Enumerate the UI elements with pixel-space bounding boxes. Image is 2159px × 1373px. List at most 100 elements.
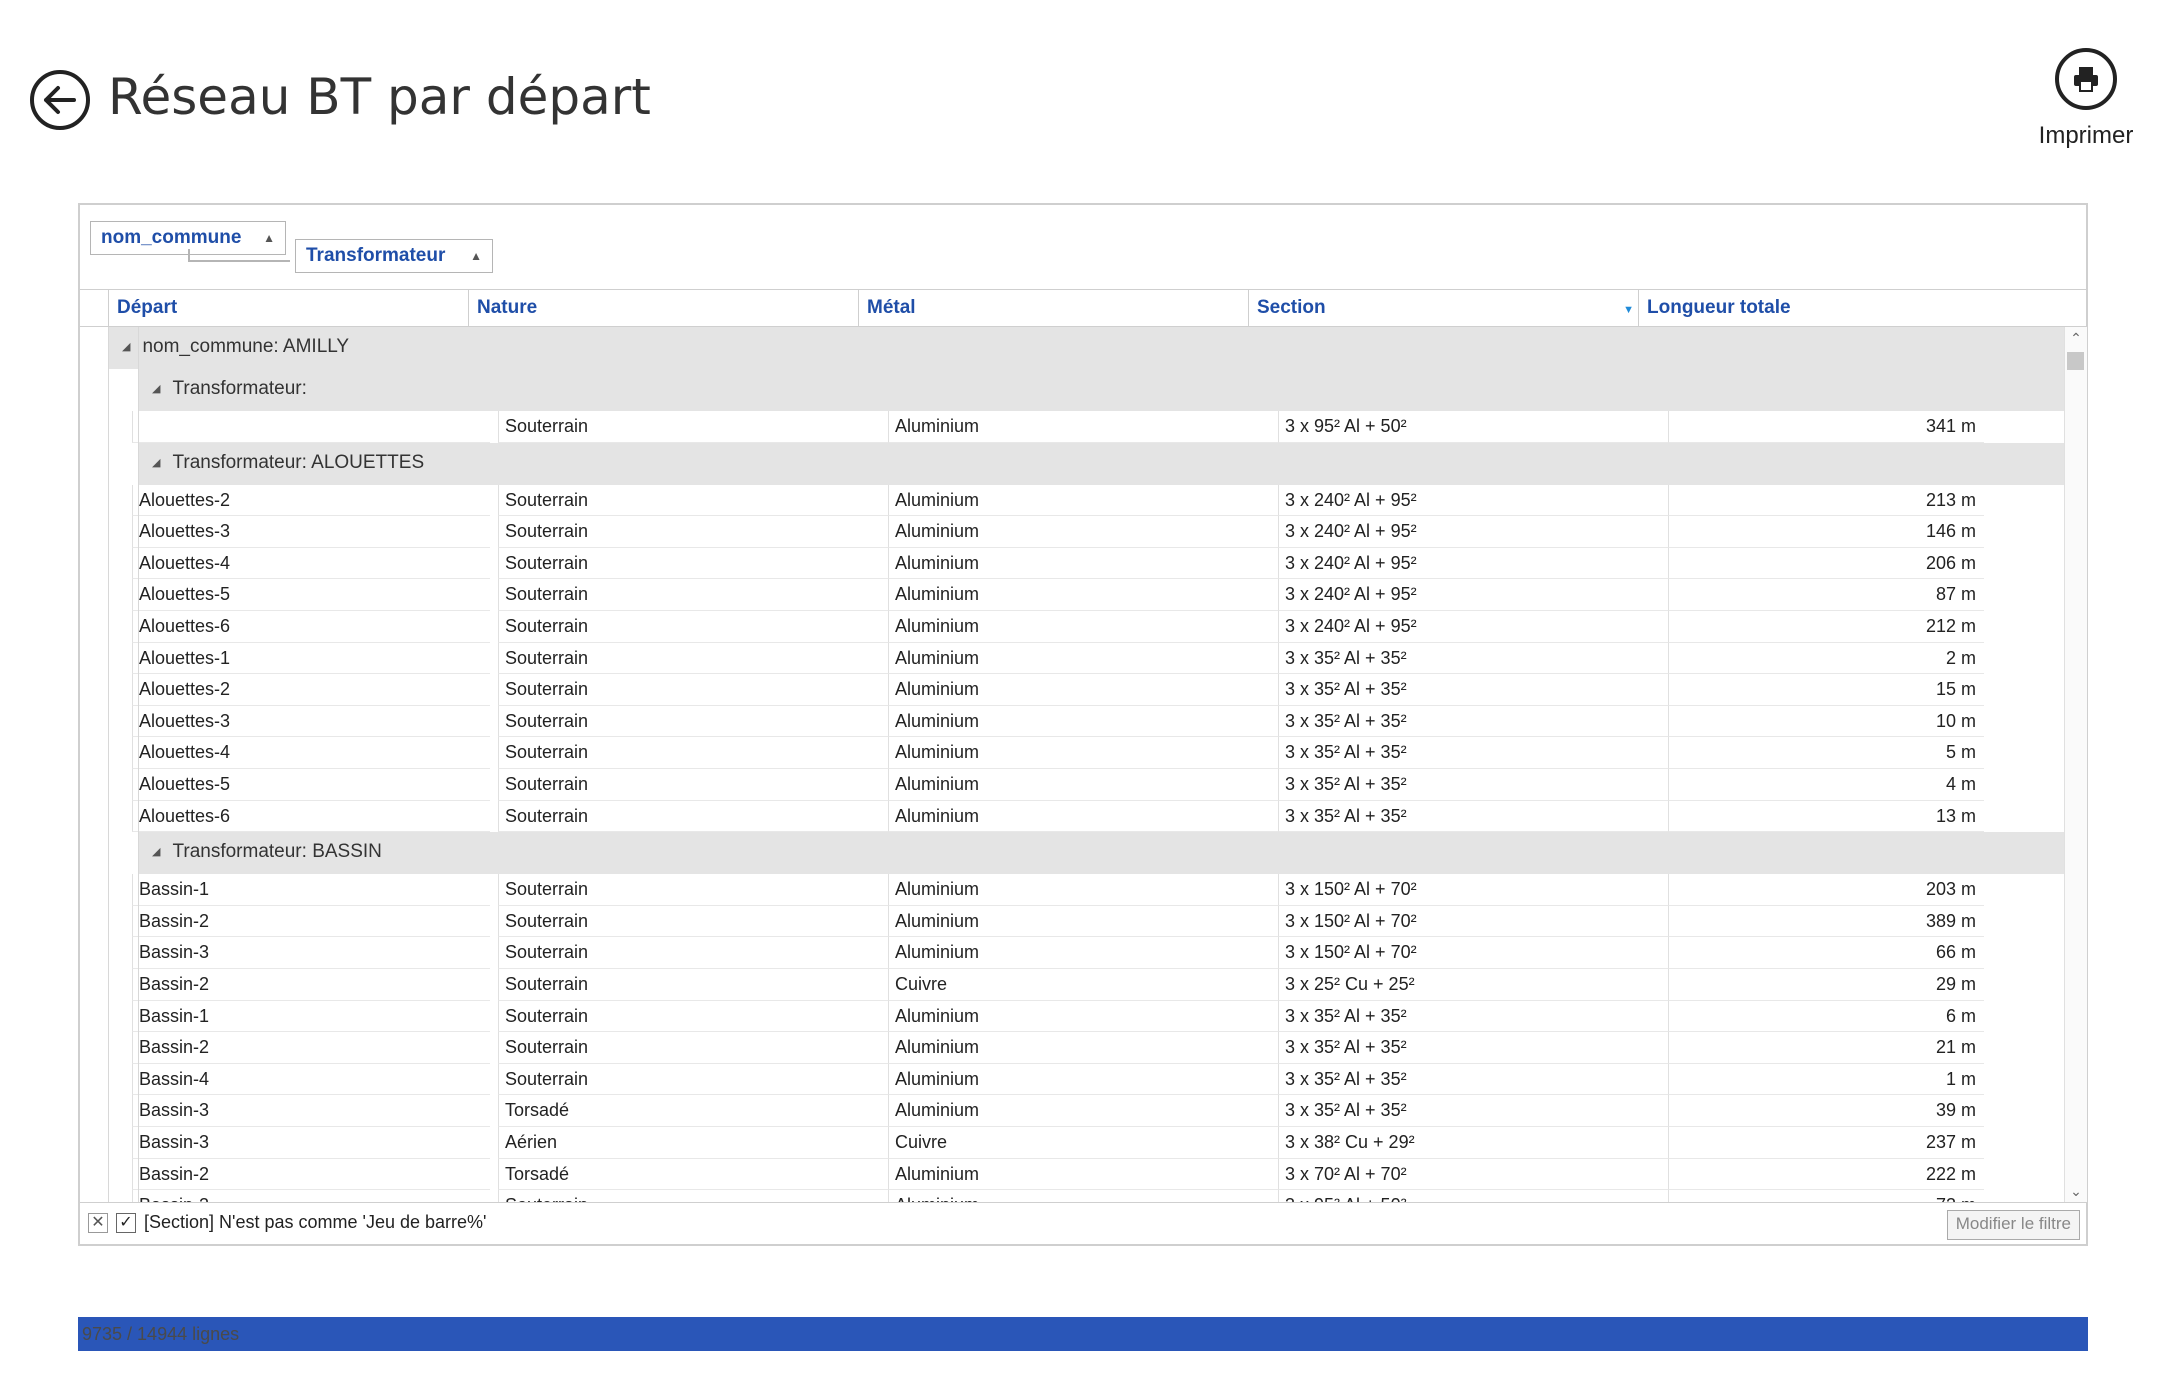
cell-longueur: 39 m: [1668, 1095, 1984, 1127]
cell-depart: Alouettes-5: [132, 579, 490, 611]
group-label-text: Transformateur: ALOUETTES: [172, 451, 425, 473]
cell-metal: Aluminium: [888, 642, 1278, 675]
column-header-section[interactable]: Section ▼: [1248, 290, 1638, 326]
cell-section: 3 x 95² Al + 50²: [1278, 411, 1668, 443]
collapse-triangle-icon[interactable]: ◢: [122, 327, 130, 367]
table-row[interactable]: Alouettes-4 Souterrain Aluminium 3 x 240² A…: [80, 547, 2064, 580]
group-connector: [188, 260, 290, 262]
cell-depart: Alouettes-3: [132, 705, 490, 738]
scroll-thumb[interactable]: [2067, 352, 2084, 370]
cell-longueur: 15 m: [1668, 674, 1984, 706]
cell-section: 3 x 35² Al + 35²: [1278, 769, 1668, 801]
group-row-transformateur[interactable]: ◢ Transformateur: ALOUETTES: [138, 442, 2064, 485]
cell-metal: Aluminium: [888, 1000, 1278, 1033]
table-row[interactable]: Souterrain Aluminium 3 x 95² Al + 50² 341 m: [80, 411, 2064, 443]
table-row[interactable]: Bassin-2 Torsadé Aluminium 3 x 70² Al + 70²…: [80, 1158, 2064, 1191]
cell-longueur: 87 m: [1668, 579, 1984, 611]
cell-nature: Souterrain: [498, 737, 888, 769]
cell-longueur: 389 m: [1668, 905, 1984, 938]
cell-nature: Torsadé: [498, 1158, 888, 1191]
cell-longueur: 6 m: [1668, 1000, 1984, 1033]
table-row[interactable]: Bassin-2 Souterrain Aluminium 3 x 35² Al + …: [80, 1032, 2064, 1064]
row-count: 9735 / 14944 lignes: [82, 1324, 240, 1344]
filter-icon[interactable]: ▼: [1623, 292, 1634, 328]
table-row[interactable]: Alouettes-3 Souterrain Aluminium 3 x 240² A…: [80, 516, 2064, 548]
cell-section: 3 x 150² Al + 70²: [1278, 937, 1668, 969]
table-row[interactable]: Bassin-3 Aérien Cuivre 3 x 38² Cu + 29² 237 …: [80, 1127, 2064, 1159]
cell-nature: Souterrain: [498, 411, 888, 443]
cell-metal: Aluminium: [888, 547, 1278, 580]
cell-metal: Aluminium: [888, 611, 1278, 643]
back-button[interactable]: [30, 70, 90, 130]
cell-longueur: 212 m: [1668, 611, 1984, 643]
table-row[interactable]: Alouettes-6 Souterrain Aluminium 3 x 240² A…: [80, 611, 2064, 643]
cell-metal: Aluminium: [888, 800, 1278, 833]
sort-up-icon: ▲: [470, 249, 482, 263]
scroll-down-icon[interactable]: ⌄: [2065, 1180, 2087, 1202]
filter-text: [Section] N'est pas comme 'Jeu de barre%…: [144, 1212, 487, 1232]
page-title: Réseau BT par départ: [108, 68, 651, 126]
edit-filter-button[interactable]: Modifier le filtre: [1946, 1210, 2080, 1240]
collapse-triangle-icon[interactable]: ◢: [152, 369, 160, 409]
table-row[interactable]: Bassin-3 Souterrain Aluminium 3 x 150² Al +…: [80, 937, 2064, 969]
column-header-nature[interactable]: Nature: [468, 290, 858, 326]
group-label: ◢ Transformateur:: [152, 369, 307, 411]
cell-section: 3 x 25² Cu + 25²: [1278, 969, 1668, 1001]
filter-bar: ✕ ✓ [Section] N'est pas comme 'Jeu de ba…: [80, 1202, 2086, 1246]
table-row[interactable]: Bassin-1 Souterrain Aluminium 3 x 150² Al +…: [80, 874, 2064, 906]
cell-nature: Souterrain: [498, 516, 888, 548]
cell-nature: Souterrain: [498, 611, 888, 643]
table-row[interactable]: Alouettes-1 Souterrain Aluminium 3 x 35² Al…: [80, 642, 2064, 675]
group-row-transformateur[interactable]: ◢ Transformateur: BASSIN: [138, 832, 2064, 875]
table-row[interactable]: Alouettes-5 Souterrain Aluminium 3 x 35² Al…: [80, 769, 2064, 801]
cell-longueur: 203 m: [1668, 874, 1984, 906]
print-button[interactable]: [2055, 48, 2117, 110]
clear-filter-icon[interactable]: ✕: [88, 1213, 108, 1233]
cell-depart: Alouettes-4: [132, 737, 490, 769]
cell-metal: Aluminium: [888, 769, 1278, 801]
group-label-text: Transformateur:: [172, 378, 307, 399]
cell-depart: Bassin-1: [132, 1000, 490, 1033]
table-row[interactable]: Bassin-2 Souterrain Cuivre 3 x 25² Cu + 25²…: [80, 969, 2064, 1001]
scroll-up-icon[interactable]: ⌃: [2065, 327, 2087, 349]
vertical-scrollbar[interactable]: ⌃ ⌄: [2064, 327, 2087, 1202]
back-arrow-icon: [44, 86, 76, 114]
group-row-transformateur[interactable]: ◢ Transformateur:: [138, 369, 2064, 411]
cell-section: 3 x 240² Al + 95²: [1278, 516, 1668, 548]
cell-nature: Aérien: [498, 1127, 888, 1159]
column-header-depart[interactable]: Départ: [108, 290, 468, 326]
table-row[interactable]: Bassin-4 Souterrain Aluminium 3 x 35² Al + …: [80, 1063, 2064, 1096]
table-row[interactable]: Bassin-3 Torsadé Aluminium 3 x 35² Al + 35²…: [80, 1095, 2064, 1127]
cell-nature: Souterrain: [498, 547, 888, 580]
collapse-triangle-icon[interactable]: ◢: [152, 443, 160, 483]
cell-longueur: 29 m: [1668, 969, 1984, 1001]
table-row[interactable]: Bassin-2 SouterrainAluminium3 x 95² Al + …: [80, 1190, 2064, 1202]
cell-nature: Souterrain: [498, 800, 888, 833]
cell-section: 3 x 150² Al + 70²: [1278, 905, 1668, 938]
table-row[interactable]: Alouettes-2 Souterrain Aluminium 3 x 35² Al…: [80, 674, 2064, 706]
table-row[interactable]: Alouettes-2 Souterrain Aluminium 3 x 240² A…: [80, 484, 2064, 517]
table-row[interactable]: Alouettes-6 Souterrain Aluminium 3 x 35² Al…: [80, 800, 2064, 833]
table-row[interactable]: Alouettes-4 Souterrain Aluminium 3 x 35² Al…: [80, 737, 2064, 769]
table-row[interactable]: Alouettes-5 Souterrain Aluminium 3 x 240² A…: [80, 579, 2064, 611]
print-label[interactable]: Imprimer: [2030, 122, 2142, 150]
column-header-metal[interactable]: Métal: [858, 290, 1248, 326]
table-row[interactable]: Alouettes-3 Souterrain Aluminium 3 x 35² Al…: [80, 705, 2064, 738]
cell-longueur: 4 m: [1668, 769, 1984, 801]
collapse-triangle-icon[interactable]: ◢: [152, 832, 160, 872]
group-label: ◢ nom_commune: AMILLY: [122, 327, 349, 369]
cell-nature: Souterrain: [498, 1190, 888, 1202]
group-chip-transformateur[interactable]: Transformateur ▲: [295, 239, 493, 273]
table-row[interactable]: Bassin-1 Souterrain Aluminium 3 x 35² Al + …: [80, 1000, 2064, 1033]
cell-metal: Cuivre: [888, 969, 1278, 1001]
cell-section: 3 x 35² Al + 35²: [1278, 674, 1668, 706]
cell-nature: Souterrain: [498, 1032, 888, 1064]
group-chip-label: Transformateur: [306, 245, 446, 266]
cell-depart: Bassin-2: [132, 969, 490, 1001]
cell-metal: Cuivre: [888, 1127, 1278, 1159]
table-row[interactable]: Bassin-2 Souterrain Aluminium 3 x 150² Al +…: [80, 905, 2064, 938]
group-panel: nom_commune ▲ Transformateur ▲: [80, 205, 2086, 290]
column-header-longueur[interactable]: Longueur totale: [1638, 290, 2064, 326]
filter-enabled-checkbox[interactable]: ✓: [116, 1213, 136, 1233]
group-row-commune[interactable]: ◢ nom_commune: AMILLY: [108, 327, 2064, 369]
